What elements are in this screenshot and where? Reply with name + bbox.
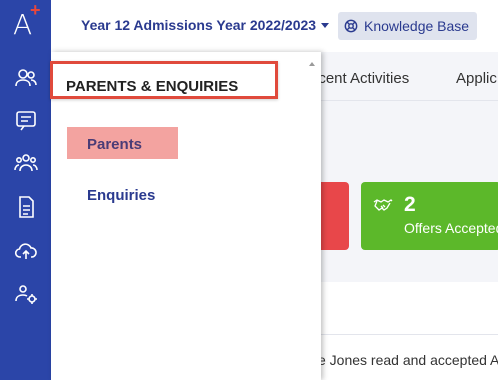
- user-settings-icon[interactable]: [8, 279, 43, 309]
- menu-item-label: Parents: [87, 136, 143, 153]
- menu-scrollbar[interactable]: [307, 60, 317, 380]
- year-selector-label: Year 12 Admissions Year 2022/2023: [81, 17, 317, 33]
- user-group-icon[interactable]: [8, 148, 43, 178]
- tab-applications[interactable]: Applic: [456, 70, 497, 87]
- offers-accepted-card[interactable]: 2 Offers Accepted: [361, 182, 498, 250]
- divider: [300, 100, 498, 101]
- knowledge-base-label: Knowledge Base: [364, 18, 470, 34]
- tab-bar: ecent Activities Applic: [300, 60, 498, 100]
- tab-recent-activities[interactable]: ecent Activities: [310, 70, 409, 87]
- message-icon[interactable]: [8, 106, 43, 136]
- menu-title: PARENTS & ENQUIRIES: [50, 61, 278, 99]
- scroll-up-icon[interactable]: [309, 62, 315, 66]
- year-selector[interactable]: Year 12 Admissions Year 2022/2023: [81, 17, 330, 33]
- users-icon[interactable]: [8, 63, 43, 93]
- menu-item-label: Enquiries: [87, 187, 156, 204]
- menu-item-parents[interactable]: Parents: [67, 127, 178, 159]
- app-logo[interactable]: A +: [0, 0, 51, 50]
- activity-text[interactable]: e Jones read and accepted A: [318, 352, 498, 368]
- divider: [300, 334, 498, 335]
- parents-enquiries-menu: [51, 52, 321, 380]
- knowledge-base-button[interactable]: Knowledge Base: [338, 12, 478, 40]
- chevron-down-icon: [321, 23, 330, 28]
- document-icon[interactable]: [8, 192, 43, 222]
- menu-title-label: PARENTS & ENQUIRIES: [66, 78, 239, 95]
- handshake-icon: [373, 199, 393, 211]
- offers-label: Offers Accepted: [404, 220, 498, 236]
- left-nav-rail: A +: [0, 0, 51, 380]
- offers-count: 2: [404, 193, 416, 216]
- menu-item-enquiries[interactable]: Enquiries: [87, 187, 155, 204]
- lifebuoy-icon: [344, 19, 358, 33]
- top-bar: Year 12 Admissions Year 2022/2023 Knowle…: [51, 0, 498, 52]
- cloud-upload-icon[interactable]: [8, 236, 43, 266]
- logo-plus: +: [30, 0, 41, 20]
